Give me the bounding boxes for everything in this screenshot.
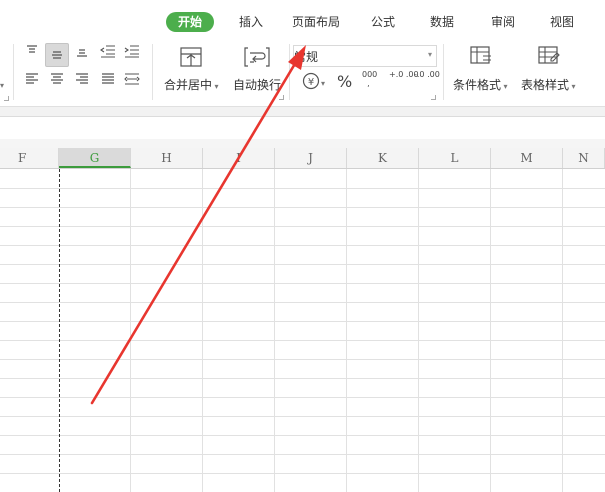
distributed-align-icon[interactable] bbox=[122, 72, 142, 92]
grid-row-line bbox=[0, 378, 605, 379]
grid-column-line bbox=[346, 169, 347, 492]
grid-row-line bbox=[0, 245, 605, 246]
align-center-icon[interactable] bbox=[47, 72, 67, 92]
tab-data[interactable]: 数据 bbox=[430, 12, 454, 32]
group-launcher-icon[interactable] bbox=[431, 95, 436, 100]
tab-home[interactable]: 开始 bbox=[166, 12, 215, 32]
column-header-H[interactable]: H bbox=[131, 148, 203, 168]
tab-formulas[interactable]: 公式 bbox=[371, 12, 395, 32]
column-header-J[interactable]: J bbox=[275, 148, 347, 168]
grid-column-line bbox=[130, 169, 131, 492]
conditional-format-button[interactable]: 条件格式 ▾ bbox=[453, 76, 508, 93]
percent-button[interactable]: % bbox=[337, 72, 352, 91]
grid-column-line bbox=[562, 169, 563, 492]
column-header-I[interactable]: I bbox=[203, 148, 275, 168]
sheet-top-gap bbox=[0, 139, 605, 148]
thousands-separator-button[interactable]: 000 , bbox=[362, 70, 377, 88]
grid-column-line bbox=[274, 169, 275, 492]
chevron-down-icon: ▾ bbox=[427, 50, 432, 59]
tab-page-layout[interactable]: 页面布局 bbox=[292, 12, 340, 32]
ribbon-separator bbox=[443, 44, 444, 100]
grid-row-line bbox=[0, 302, 605, 303]
justify-icon[interactable] bbox=[98, 72, 118, 92]
dropdown-caret-icon[interactable]: ▾ bbox=[0, 76, 4, 94]
align-right-icon[interactable] bbox=[72, 72, 92, 92]
grid-column-line bbox=[490, 169, 491, 492]
ribbon-tab-bar: 开始 插入 页面布局 公式 数据 审阅 视图 bbox=[0, 0, 605, 40]
wrap-text-icon[interactable] bbox=[244, 46, 270, 68]
grid-row-line bbox=[0, 473, 605, 474]
svg-text:¥: ¥ bbox=[308, 77, 314, 88]
increase-decimal-button[interactable]: +.0 .00 bbox=[389, 70, 419, 79]
grid-row-line bbox=[0, 188, 605, 189]
decrease-indent-icon[interactable] bbox=[98, 44, 118, 64]
page-break-line bbox=[59, 169, 60, 492]
currency-button[interactable]: ¥ bbox=[301, 72, 321, 90]
column-header-K[interactable]: K bbox=[347, 148, 419, 168]
grid-column-line bbox=[418, 169, 419, 492]
grid-row-line bbox=[0, 264, 605, 265]
number-format-select[interactable]: 常规 ▾ bbox=[293, 45, 437, 67]
merge-center-icon[interactable] bbox=[178, 46, 204, 68]
ribbon-separator bbox=[289, 44, 290, 100]
column-header-M[interactable]: M bbox=[491, 148, 563, 168]
grid-row-line bbox=[0, 359, 605, 360]
ribbon-separator bbox=[152, 44, 153, 100]
column-header-F[interactable]: F bbox=[0, 148, 59, 168]
align-bottom-icon[interactable] bbox=[72, 44, 92, 64]
ribbon-separator bbox=[13, 44, 14, 100]
grid-row-line bbox=[0, 207, 605, 208]
grid-row-line bbox=[0, 226, 605, 227]
tab-view[interactable]: 视图 bbox=[550, 12, 574, 32]
column-header-L[interactable]: L bbox=[419, 148, 491, 168]
group-launcher-icon[interactable] bbox=[279, 95, 284, 100]
wrap-text-button[interactable]: 自动换行 bbox=[233, 76, 281, 93]
decrease-decimal-button[interactable]: -.0 .00 bbox=[414, 70, 440, 79]
grid-row-line bbox=[0, 435, 605, 436]
cell-grid[interactable] bbox=[0, 169, 605, 492]
align-middle-icon[interactable] bbox=[45, 43, 69, 67]
group-launcher-icon[interactable] bbox=[4, 96, 9, 101]
table-style-icon[interactable] bbox=[536, 45, 562, 67]
grid-row-line bbox=[0, 283, 605, 284]
column-header-G[interactable]: G bbox=[59, 148, 131, 168]
dropdown-caret-icon[interactable]: ▾ bbox=[321, 74, 325, 92]
column-header-N[interactable]: N bbox=[563, 148, 605, 168]
grid-row-line bbox=[0, 321, 605, 322]
grid-row-line bbox=[0, 454, 605, 455]
merge-center-button[interactable]: 合并居中 ▾ bbox=[164, 76, 219, 93]
increase-indent-icon[interactable] bbox=[122, 44, 142, 64]
grid-column-line bbox=[202, 169, 203, 492]
table-style-button[interactable]: 表格样式 ▾ bbox=[521, 76, 576, 93]
tab-insert[interactable]: 插入 bbox=[239, 12, 263, 32]
formula-bar[interactable] bbox=[0, 116, 605, 140]
conditional-format-icon[interactable] bbox=[468, 45, 494, 67]
column-header-bar: F G H I J K L M N bbox=[0, 148, 605, 169]
grid-row-line bbox=[0, 340, 605, 341]
align-left-icon[interactable] bbox=[22, 72, 42, 92]
tab-review[interactable]: 审阅 bbox=[491, 12, 515, 32]
grid-row-line bbox=[0, 397, 605, 398]
align-top-icon[interactable] bbox=[22, 44, 42, 64]
grid-row-line bbox=[0, 416, 605, 417]
